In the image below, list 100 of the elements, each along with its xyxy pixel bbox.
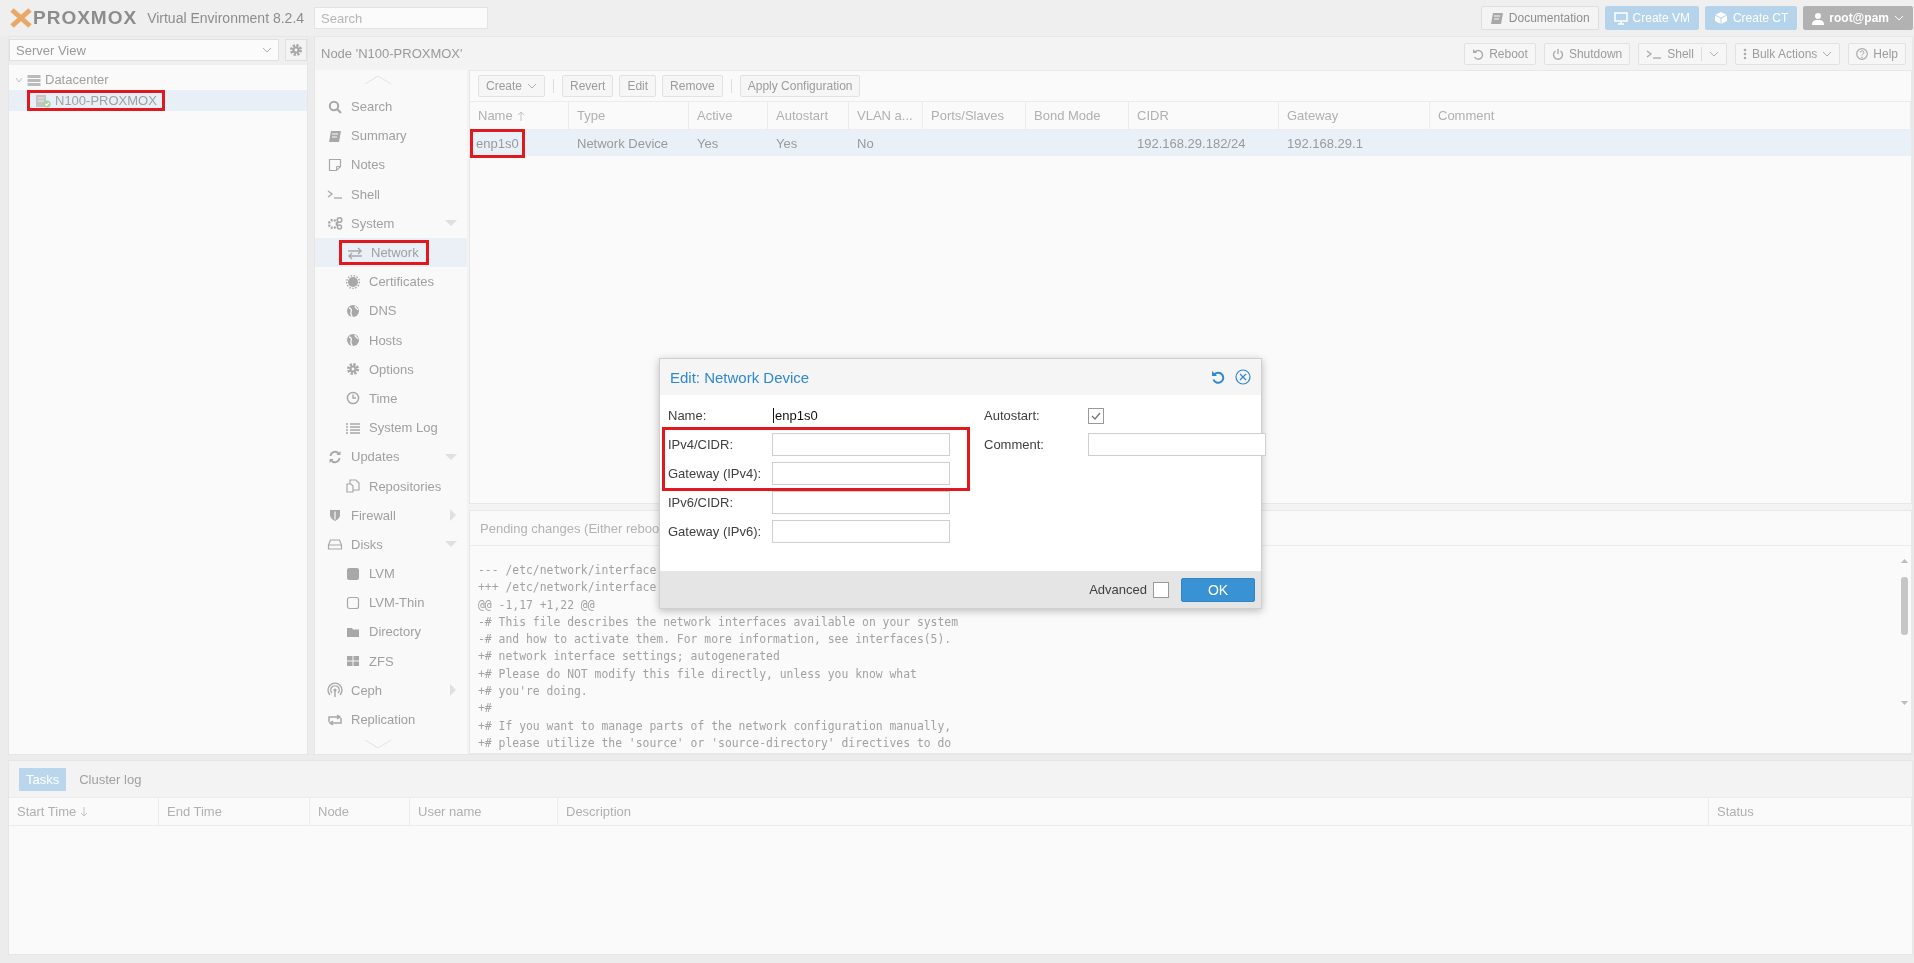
toolbar-button[interactable]: Bulk Actions	[1734, 42, 1841, 65]
column-header[interactable]: Name	[470, 102, 569, 129]
nav-item[interactable]: DNS	[315, 296, 467, 326]
nav-item[interactable]: Shell	[315, 179, 467, 209]
toolbar-button[interactable]: Help	[1848, 42, 1906, 65]
toolbar-button[interactable]: Shutdown	[1543, 42, 1631, 65]
table-cell: Yes	[697, 135, 719, 151]
settings-button[interactable]	[285, 39, 307, 61]
field-label: Gateway (IPv6):	[668, 524, 763, 539]
tab[interactable]: Tasks	[19, 767, 67, 791]
nav-item[interactable]: Directory	[315, 617, 467, 647]
book-icon	[1489, 11, 1504, 25]
column-header[interactable]: Active	[689, 102, 768, 129]
tab[interactable]: Cluster log	[72, 767, 149, 791]
header-button[interactable]: Documentation	[1480, 6, 1599, 30]
nav-item[interactable]: Repositories	[315, 471, 467, 501]
nav-item[interactable]: Search	[315, 92, 467, 122]
column-header[interactable]: User name	[410, 798, 558, 825]
table-row[interactable]: enp1s0 Network Device Yes Yes No 192.168.29.182/24 192.168.29.1	[470, 130, 1911, 156]
ok-button[interactable]: OK	[1181, 577, 1255, 602]
checkbox[interactable]	[1153, 581, 1169, 598]
column-header[interactable]: Start Time	[9, 798, 159, 825]
nav-item[interactable]: Summary	[315, 121, 467, 151]
column-header[interactable]: Description	[558, 798, 1709, 825]
nav-item[interactable]: LVM-Thin	[315, 588, 467, 618]
field-label: Comment:	[984, 437, 1045, 452]
nav-item[interactable]: Updates	[315, 442, 467, 472]
cube-icon	[1713, 11, 1728, 25]
column-header[interactable]: Node	[310, 798, 410, 825]
list-icon	[345, 420, 361, 435]
nav-item[interactable]: Time	[315, 383, 467, 414]
field-label: Gateway (IPv4):	[668, 466, 763, 481]
shield-icon	[327, 508, 343, 523]
column-header[interactable]: CIDR	[1129, 102, 1279, 129]
scrollbar-thumb[interactable]	[1901, 577, 1908, 635]
toolbar-button[interactable]: Apply Configuration	[739, 75, 861, 97]
nav-item[interactable]: Ceph	[315, 675, 467, 705]
reset-icon[interactable]	[1211, 370, 1225, 384]
nav-item[interactable]: Options	[315, 354, 467, 384]
table-cell: 192.168.29.1	[1287, 135, 1363, 151]
gear-icon	[345, 362, 361, 377]
column-header[interactable]: Status	[1709, 798, 1912, 825]
gear-icon	[289, 43, 303, 57]
table-cell: Yes	[776, 135, 798, 151]
code-line: +#	[478, 700, 492, 718]
caret-icon	[527, 82, 538, 90]
search-field[interactable]: Search	[314, 7, 489, 29]
column-header[interactable]: Ports/Slaves	[923, 102, 1026, 129]
input-field[interactable]	[772, 491, 950, 514]
input-field[interactable]	[772, 520, 950, 543]
tree-item[interactable]: Datacenter	[9, 69, 307, 90]
nav-item[interactable]: Firewall	[315, 500, 467, 530]
copy-icon	[345, 479, 361, 494]
toolbar-button[interactable]: Edit	[619, 75, 657, 97]
column-header[interactable]: Gateway	[1279, 102, 1430, 129]
input-field[interactable]	[1088, 433, 1266, 456]
close-icon[interactable]	[1235, 369, 1251, 385]
column-header[interactable]: Autostart	[768, 102, 849, 129]
column-header[interactable]: Type	[569, 102, 689, 129]
toolbar-button[interactable]: Revert	[562, 75, 614, 97]
header-button[interactable]: Create VM	[1604, 6, 1699, 30]
replication-arrows-icon	[327, 712, 343, 727]
user-menu-button[interactable]: root@pam	[1803, 6, 1913, 30]
nav-item[interactable]: ZFS	[315, 646, 467, 676]
nav-item[interactable]: Notes	[315, 150, 467, 180]
nav-item[interactable]: Hosts	[315, 325, 467, 355]
clock-icon	[345, 391, 361, 406]
nav-item[interactable]: System Log	[315, 413, 467, 443]
checkbox[interactable]	[1088, 407, 1104, 424]
input-field[interactable]	[772, 462, 950, 485]
note-icon	[327, 157, 343, 172]
header-button[interactable]: Create CT	[1704, 6, 1798, 30]
nav-item[interactable]: Certificates	[315, 267, 467, 297]
nav-item[interactable]: Disks	[315, 529, 467, 559]
collapse-arrow-icon	[445, 540, 457, 549]
toolbar-button[interactable]: Reboot	[1464, 42, 1536, 65]
column-header[interactable]: Bond Mode	[1026, 102, 1129, 129]
table-cell: Network Device	[577, 135, 669, 151]
view-select[interactable]: Server View	[9, 39, 279, 61]
gears-icon	[327, 216, 343, 231]
tree-item[interactable]: N100-PROXMOX	[9, 90, 307, 111]
search-icon	[327, 99, 343, 114]
field-value: enp1s0	[773, 408, 818, 423]
column-header[interactable]: Comment	[1430, 102, 1911, 129]
nav-item[interactable]: LVM	[315, 559, 467, 589]
column-header[interactable]: End Time	[159, 798, 310, 825]
dialog-title: Edit: Network Device	[670, 368, 811, 386]
nav-item[interactable]: Replication	[315, 704, 467, 735]
input-field[interactable]	[772, 433, 950, 456]
toolbar-button[interactable]: Create	[478, 75, 546, 97]
toolbar-button[interactable]: Shell	[1638, 42, 1727, 65]
table-cell: No	[857, 135, 874, 151]
toolbar-button[interactable]: Remove	[662, 75, 723, 97]
code-line: +# Please do NOT modify this file directly, unless you know what	[478, 665, 917, 683]
power-icon	[1551, 47, 1564, 60]
checkbox-label: Advanced	[1089, 582, 1147, 597]
vertical-dots-icon	[1742, 47, 1747, 60]
nav-item[interactable]: Network	[315, 237, 467, 268]
column-header[interactable]: VLAN a...	[849, 102, 923, 129]
nav-item[interactable]: System	[315, 208, 467, 238]
